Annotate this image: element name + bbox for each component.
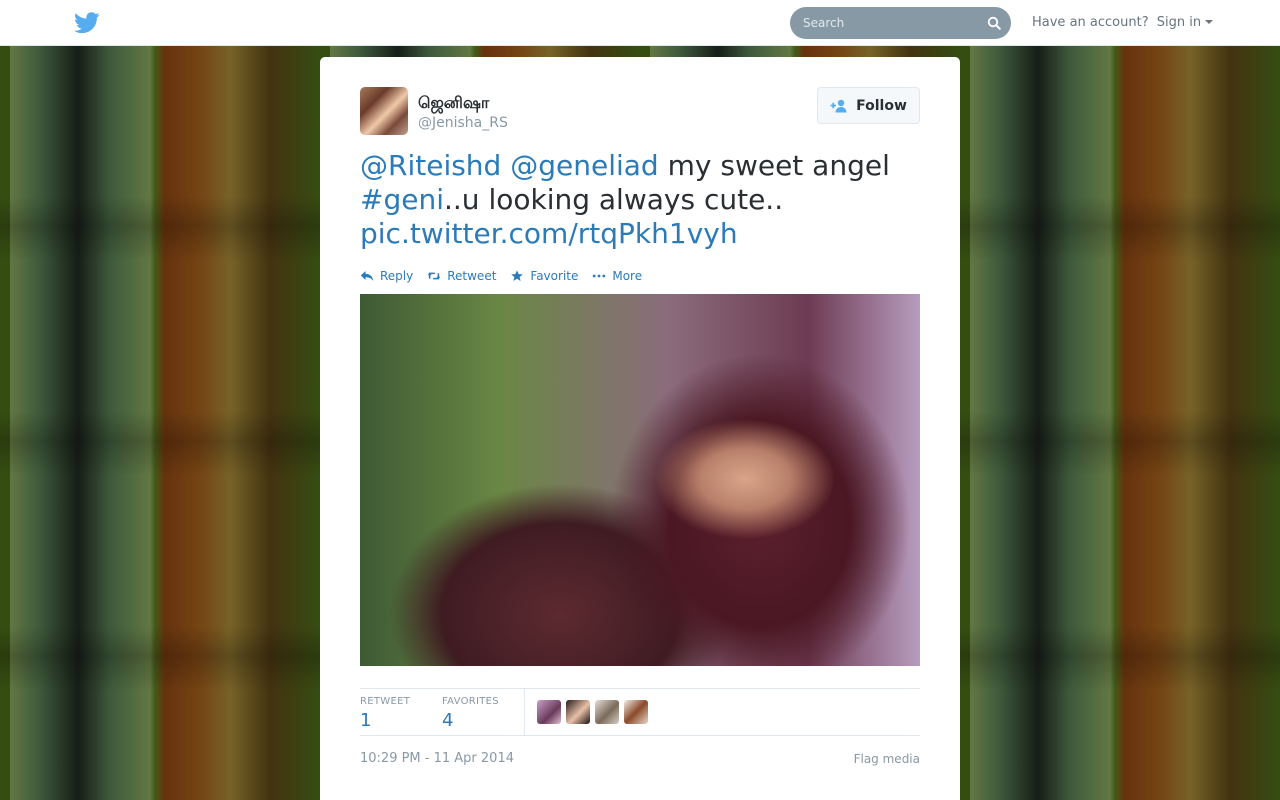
avatar[interactable] bbox=[566, 700, 590, 724]
more-dots-icon bbox=[593, 274, 606, 278]
follow-button[interactable]: Follow bbox=[817, 87, 920, 124]
favorite-count-value: 4 bbox=[442, 710, 454, 731]
tweet-stats: RETWEET 1 FAVORITES 4 bbox=[360, 688, 920, 736]
add-user-icon bbox=[830, 99, 847, 112]
retweet-count[interactable]: RETWEET 1 bbox=[360, 696, 410, 731]
retweet-count-value: 1 bbox=[360, 710, 372, 731]
reply-button[interactable]: Reply bbox=[360, 267, 413, 285]
twitter-bird-icon[interactable] bbox=[74, 12, 100, 34]
tweet-card: ஜெனிஷா @Jenisha_RS Follow @Riteishd @gen… bbox=[320, 57, 960, 800]
tweet-media-photo[interactable] bbox=[360, 294, 920, 666]
tweet-timestamp[interactable]: 10:29 PM - 11 Apr 2014 bbox=[360, 751, 514, 766]
have-account-text: Have an account? bbox=[1032, 15, 1149, 30]
flag-media-link[interactable]: Flag media bbox=[854, 752, 920, 766]
tweet-text: @Riteishd @geneliad my sweet angel #geni… bbox=[360, 149, 920, 251]
media-link[interactable]: pic.twitter.com/rtqPkh1vyh bbox=[360, 217, 738, 250]
sign-in-link[interactable]: Sign in bbox=[1157, 15, 1201, 30]
user-screen-name[interactable]: @Jenisha_RS bbox=[418, 115, 508, 131]
favoriter-avatars bbox=[537, 700, 648, 724]
user-fullname[interactable]: ஜெனிஷா bbox=[418, 93, 489, 114]
reply-icon bbox=[360, 271, 374, 281]
avatar[interactable] bbox=[624, 700, 648, 724]
avatar[interactable] bbox=[595, 700, 619, 724]
tweet-actions: Reply Retweet Favorite More bbox=[360, 267, 656, 285]
avatar[interactable] bbox=[537, 700, 561, 724]
favorite-button[interactable]: Favorite bbox=[510, 267, 578, 285]
retweet-button[interactable]: Retweet bbox=[427, 267, 496, 285]
mention-link[interactable]: @geneliad bbox=[510, 149, 658, 182]
hashtag-link[interactable]: #geni bbox=[360, 183, 444, 216]
more-label: More bbox=[612, 269, 643, 283]
search-box bbox=[790, 7, 1011, 39]
top-navigation-bar: Have an account? Sign in bbox=[0, 0, 1280, 46]
retweet-icon bbox=[427, 272, 441, 280]
search-icon[interactable] bbox=[987, 16, 1001, 30]
favorite-count-label: FAVORITES bbox=[442, 696, 499, 707]
chevron-down-icon[interactable] bbox=[1205, 20, 1214, 24]
follow-label: Follow bbox=[856, 97, 907, 114]
retweet-count-label: RETWEET bbox=[360, 696, 411, 707]
favorite-label: Favorite bbox=[530, 269, 579, 283]
search-input[interactable] bbox=[790, 7, 980, 39]
stats-divider bbox=[524, 689, 525, 735]
tweet-text-fragment: ..u looking always cute.. bbox=[444, 183, 784, 216]
tweet-text-fragment: my sweet angel bbox=[667, 149, 890, 182]
favorite-count[interactable]: FAVORITES 4 bbox=[442, 696, 499, 731]
more-button[interactable]: More bbox=[592, 267, 642, 285]
account-area: Have an account? Sign in bbox=[1032, 15, 1214, 30]
avatar[interactable] bbox=[360, 87, 408, 135]
retweet-label: Retweet bbox=[447, 269, 497, 283]
reply-label: Reply bbox=[380, 269, 414, 283]
mention-link[interactable]: @Riteishd bbox=[360, 149, 501, 182]
star-icon bbox=[511, 270, 524, 281]
